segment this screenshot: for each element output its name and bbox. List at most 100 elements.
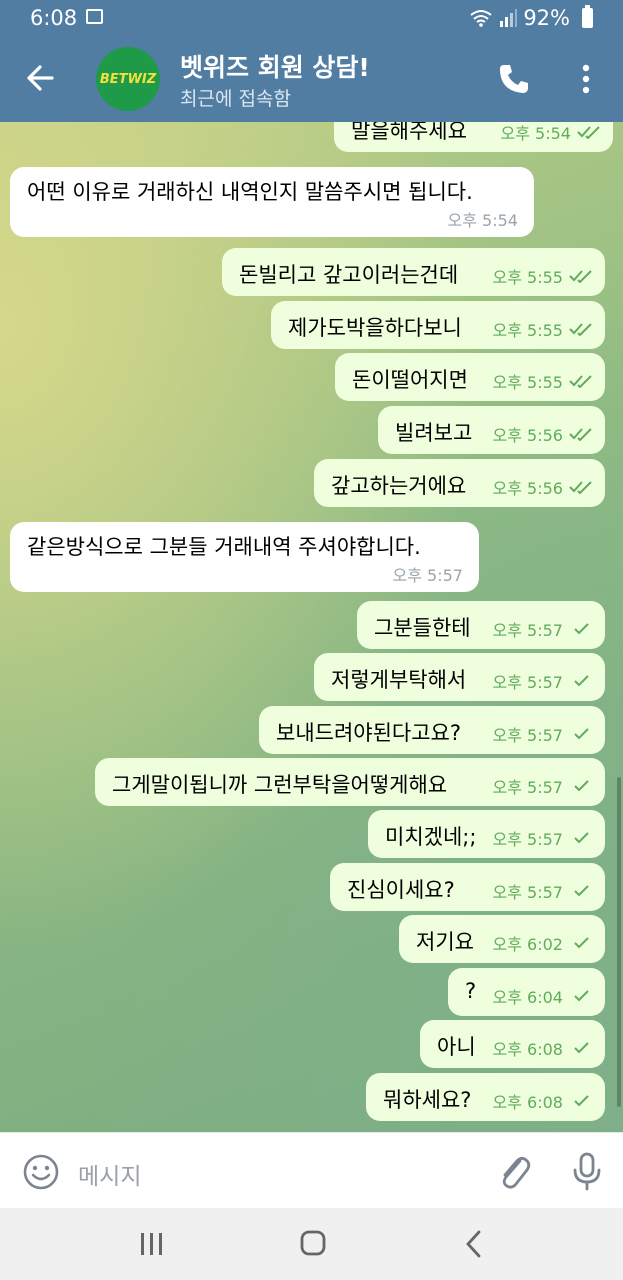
message-time: 오후 5:55 (492, 268, 563, 287)
check-icon (574, 1095, 589, 1107)
message-meta: 오후 5:55 (493, 264, 593, 288)
message-meta: 오후 6:04 (493, 984, 593, 1008)
chat-scrollbar[interactable] (617, 777, 621, 1107)
message-text: 빌려보고 (395, 421, 473, 445)
double-check-icon (569, 270, 592, 283)
recent-apps-icon[interactable] (137, 1233, 167, 1255)
double-check-icon (577, 126, 600, 139)
message-text: 돈이떨어지면 (352, 368, 468, 392)
message-input[interactable]: 메시지 (78, 1157, 141, 1191)
message-time: 오후 5:57 (492, 778, 563, 797)
emoji-icon[interactable] (22, 1153, 60, 1191)
message-text: 돈빌리고 갚고이러는건데 (239, 263, 459, 287)
status-time: 6:08 (30, 6, 78, 30)
message-bubble-out[interactable]: 갚고하는거에요 오후 5:56 (314, 459, 605, 507)
message-text: 제가도박을하다보니 (288, 316, 462, 340)
message-meta: 오후 5:57 (493, 722, 593, 746)
message-meta: 오후 5:57 (493, 617, 593, 641)
message-bubble-out[interactable]: 아니 오후 6:08 (420, 1020, 605, 1068)
message-time: 오후 6:04 (492, 988, 563, 1007)
nav-back-icon[interactable] (463, 1230, 485, 1258)
phone-icon[interactable] (497, 62, 531, 96)
message-meta: 오후 5:57 (493, 669, 593, 693)
message-bubble-out[interactable]: 말을해주세요 오후 5:54 (334, 122, 613, 152)
message-bubble-in[interactable]: 어떤 이유로 거래하신 내역인지 말씀주시면 됩니다. 오후 5:54 (10, 167, 534, 237)
message-bubble-out[interactable]: 저렇게부탁해서 오후 5:57 (314, 653, 605, 701)
message-bubble-out[interactable]: 제가도박을하다보니 오후 5:55 (271, 301, 605, 349)
arrow-left-icon[interactable] (22, 58, 62, 98)
double-check-icon (569, 375, 592, 388)
check-icon (574, 1042, 589, 1054)
status-right: 92% (469, 5, 593, 30)
message-bubble-out[interactable]: ? 오후 6:04 (448, 968, 605, 1016)
message-bubble-out[interactable]: 뭐하세요? 오후 6:08 (366, 1073, 605, 1121)
message-bubble-out[interactable]: 진심이세요? 오후 5:57 (330, 863, 605, 911)
double-check-icon (569, 481, 592, 494)
message-text: 그분들한테 (374, 616, 471, 640)
message-bubble-out[interactable]: 미치겠네;; 오후 5:57 (368, 810, 605, 858)
battery-percent: 92% (523, 6, 570, 30)
chat-title[interactable]: 벳위즈 회원 상담! (180, 48, 370, 84)
message-text: 뭐하세요? (383, 1088, 472, 1112)
message-bubble-out[interactable]: 보내드려야된다고요? 오후 5:57 (259, 706, 605, 754)
message-meta: 오후 5:57 (493, 774, 593, 798)
battery-icon (582, 5, 593, 28)
message-time: 오후 5:57 (492, 883, 563, 902)
system-nav-bar (0, 1208, 623, 1280)
message-text: 미치겠네;; (385, 825, 477, 849)
chat-area[interactable]: 말을해주세요 오후 5:54 어떤 이유로 거래하신 내역인지 말씀주시면 됩니… (0, 122, 623, 1132)
check-icon (574, 780, 589, 792)
message-meta: 오후 5:54 (448, 207, 518, 231)
message-meta: 오후 6:02 (493, 931, 593, 955)
message-time: 오후 5:55 (492, 373, 563, 392)
message-meta: 오후 5:57 (493, 826, 593, 850)
status-bar: 6:08 92% (0, 0, 623, 36)
avatar-logo-text: BETWIZ (99, 71, 157, 87)
home-icon[interactable] (300, 1230, 326, 1256)
message-bubble-out[interactable]: 그게말이됩니까 그런부탁을어떻게해요 오후 5:57 (95, 758, 605, 806)
check-icon (574, 728, 589, 740)
message-time: 오후 5:56 (492, 426, 563, 445)
message-meta: 오후 5:56 (493, 422, 593, 446)
check-icon (574, 675, 589, 687)
more-vert-icon[interactable] (574, 62, 598, 96)
message-time: 오후 5:56 (492, 479, 563, 498)
message-time: 오후 6:02 (492, 935, 563, 954)
avatar[interactable]: BETWIZ (96, 47, 160, 111)
message-meta: 오후 5:56 (493, 475, 593, 499)
message-meta: 오후 5:55 (493, 369, 593, 393)
message-bubble-out[interactable]: 그분들한테 오후 5:57 (357, 601, 605, 649)
check-icon (574, 885, 589, 897)
double-check-icon (569, 323, 592, 336)
message-time: 오후 5:57 (492, 621, 563, 640)
signal-icon (500, 9, 518, 27)
message-time: 오후 5:55 (492, 321, 563, 340)
check-icon (574, 990, 589, 1002)
message-text: 아니 (437, 1035, 476, 1059)
message-bubble-in[interactable]: 같은방식으로 그분들 거래내역 주셔야합니다. 오후 5:57 (10, 522, 479, 592)
message-bubble-out[interactable]: 저기요 오후 6:02 (399, 915, 605, 963)
chat-status: 최근에 접속함 (180, 88, 291, 110)
gallery-notification-icon (86, 9, 103, 24)
check-icon (574, 832, 589, 844)
message-meta: 오후 5:54 (501, 122, 601, 144)
message-text: 어떤 이유로 거래하신 내역인지 말씀주시면 됩니다. (27, 180, 473, 204)
microphone-icon[interactable] (570, 1151, 604, 1191)
message-time: 오후 6:08 (492, 1040, 563, 1059)
message-text: 저렇게부탁해서 (331, 668, 467, 692)
paperclip-icon[interactable] (496, 1151, 532, 1191)
message-text: 같은방식으로 그분들 거래내역 주셔야합니다. (27, 535, 421, 559)
message-time: 오후 5:57 (492, 726, 563, 745)
check-icon (574, 937, 589, 949)
message-text: 저기요 (416, 930, 474, 954)
message-bubble-out[interactable]: 빌려보고 오후 5:56 (378, 406, 605, 454)
message-meta: 오후 6:08 (493, 1036, 593, 1060)
message-bubble-out[interactable]: 돈빌리고 갚고이러는건데 오후 5:55 (222, 248, 605, 296)
message-time: 오후 5:54 (500, 124, 571, 143)
message-text: 말을해주세요 (351, 122, 467, 143)
wifi-icon (470, 10, 492, 27)
message-time: 오후 6:08 (492, 1093, 563, 1112)
message-composer: 메시지 (0, 1132, 623, 1209)
message-bubble-out[interactable]: 돈이떨어지면 오후 5:55 (335, 353, 605, 401)
message-time: 오후 5:57 (492, 830, 563, 849)
